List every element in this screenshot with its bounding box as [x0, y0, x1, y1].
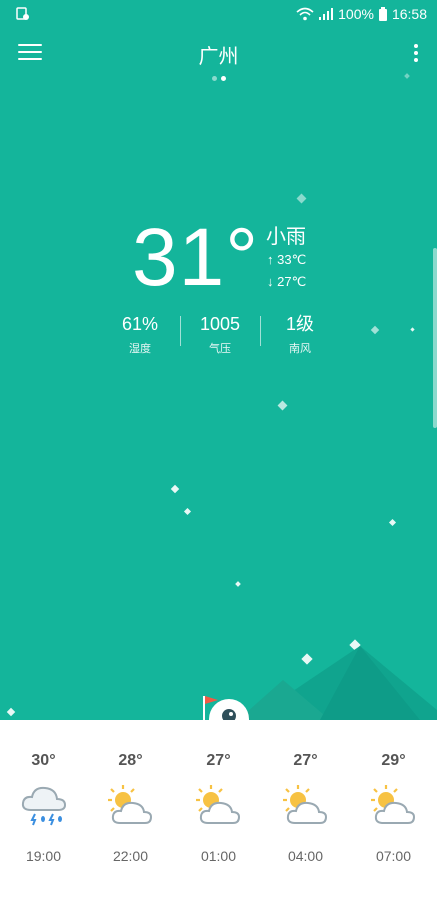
forecast-hour: 01:00	[200, 848, 237, 864]
particle	[370, 325, 380, 335]
high-temperature-value: 33℃	[277, 252, 307, 267]
particle	[388, 518, 397, 527]
wind-value: 1级	[285, 314, 314, 334]
side-scroll-indicator	[433, 248, 437, 428]
wind-label: 南风	[289, 343, 311, 355]
particle	[170, 484, 180, 494]
forecast-temp: 30°	[31, 752, 56, 769]
forecast-slot: 27° 01:00	[175, 720, 262, 864]
pressure-label: 气压	[209, 343, 231, 355]
low-temperature-value: 27℃	[277, 274, 307, 289]
arrow-down-icon: ↓	[267, 274, 278, 289]
particle	[235, 581, 241, 587]
hourly-forecast[interactable]: 30° 19:00 28° 22:00 27° 01:00 27° 04:00 …	[0, 720, 437, 900]
notification-icon	[16, 7, 29, 20]
city-title[interactable]: 广州	[0, 40, 437, 69]
status-bar: 100% 16:58	[0, 0, 437, 28]
forecast-hour: 07:00	[375, 848, 412, 864]
forecast-hour: 19:00	[25, 848, 62, 864]
battery-percent: 100%	[338, 6, 374, 22]
weather-condition: 小雨	[266, 226, 306, 248]
battery-icon	[378, 7, 387, 21]
forecast-slot: 30° 19:00	[0, 720, 87, 864]
partly-cloudy-icon	[282, 785, 327, 824]
current-temperature: 31°	[132, 212, 260, 303]
particle	[410, 327, 415, 332]
partly-cloudy-icon	[107, 785, 152, 824]
low-temperature: ↓ 27℃	[267, 274, 306, 290]
weather-metrics: 61% 湿度 1005 气压 1级 南风	[100, 314, 340, 356]
partly-cloudy-icon	[370, 785, 415, 824]
forecast-slot: 28° 22:00	[87, 720, 174, 864]
ball-character-icon	[209, 699, 249, 720]
page-dot	[211, 76, 217, 81]
wifi-icon	[296, 7, 314, 21]
humidity: 61% 湿度	[100, 314, 180, 356]
forecast-slot: 27° 04:00	[262, 720, 349, 864]
forecast-temp: 27°	[293, 752, 318, 769]
forecast-temp: 28°	[118, 752, 143, 769]
pressure: 1005 气压	[180, 314, 260, 356]
forecast-hour: 22:00	[112, 848, 149, 864]
clock: 16:58	[391, 6, 427, 22]
arrow-up-icon: ↑	[267, 252, 278, 267]
forecast-temp: 29°	[381, 752, 406, 769]
weather-panel: 100% 16:58 广州 31° 小雨 ↑ 33℃ ↓ 27℃ 61% 湿度 …	[0, 0, 437, 720]
forecast-slot: 29° 07:00	[350, 720, 437, 864]
high-temperature: ↑ 33℃	[267, 252, 306, 268]
particle	[183, 507, 192, 516]
signal-icon	[319, 8, 334, 20]
humidity-label: 湿度	[129, 343, 151, 355]
humidity-value: 61%	[121, 314, 159, 334]
partly-cloudy-icon	[195, 785, 240, 824]
particle	[277, 400, 288, 411]
page-dot-active	[220, 76, 226, 81]
forecast-hour: 04:00	[287, 848, 324, 864]
particle	[296, 193, 307, 204]
more-options-icon[interactable]	[411, 44, 421, 66]
wind: 1级 南风	[260, 314, 340, 356]
thunder-rain-cloud-icon	[21, 786, 66, 826]
page-indicator	[0, 68, 437, 86]
pressure-value: 1005	[199, 314, 241, 334]
forecast-temp: 27°	[206, 752, 231, 769]
